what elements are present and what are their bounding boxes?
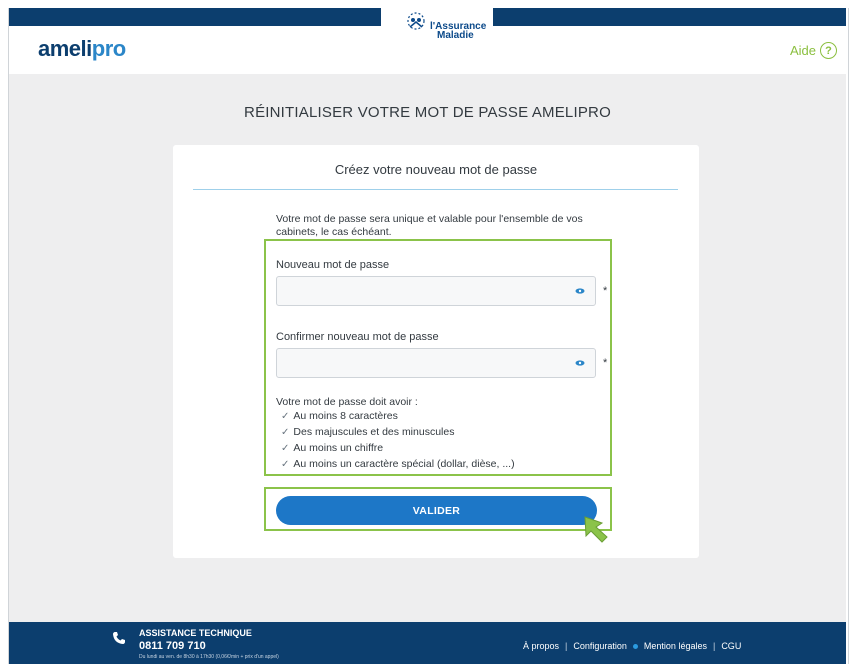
assurance-maladie-logo: l'Assurance Maladie bbox=[400, 10, 486, 42]
card-title: Créez votre nouveau mot de passe bbox=[334, 162, 538, 177]
footer-link-mentions[interactable]: Mention légales bbox=[644, 641, 707, 651]
submit-button[interactable]: VALIDER bbox=[276, 496, 597, 525]
password-rule: ✓ Des majuscules et des minuscules bbox=[281, 426, 454, 438]
show-confirm-password-eye-icon[interactable] bbox=[575, 360, 585, 366]
page-title: RÉINITIALISER VOTRE MOT DE PASSE AMELIPR… bbox=[244, 104, 611, 121]
footer-separator: | bbox=[565, 641, 568, 651]
footer-links: À propos | Configuration Mention légales… bbox=[523, 641, 741, 651]
footer-link-cgu[interactable]: CGU bbox=[721, 641, 741, 651]
check-icon: ✓ bbox=[281, 458, 290, 470]
password-rules-title: Votre mot de passe doit avoir : bbox=[276, 396, 418, 408]
help-icon: ? bbox=[820, 42, 838, 59]
rule-label: Des majuscules et des minuscules bbox=[293, 426, 455, 438]
help-label: Aide bbox=[790, 43, 817, 58]
assurance-maladie-icon bbox=[407, 12, 425, 30]
confirm-password-field[interactable] bbox=[276, 348, 596, 378]
check-icon: ✓ bbox=[281, 442, 290, 454]
intro-text: Votre mot de passe sera unique et valabl… bbox=[276, 213, 583, 238]
password-rule: ✓ Au moins 8 caractères bbox=[281, 410, 398, 422]
assistance-phone[interactable]: 0811 709 710 bbox=[139, 640, 206, 652]
partner-logo-line2: Maladie bbox=[437, 30, 474, 41]
check-icon: ✓ bbox=[281, 410, 290, 422]
rule-label: Au moins un caractère spécial (dollar, d… bbox=[293, 458, 515, 470]
required-marker: * bbox=[603, 285, 608, 297]
brand-part1: ameli bbox=[38, 36, 92, 61]
confirm-password-label: Confirmer nouveau mot de passe bbox=[276, 331, 439, 343]
password-rule: ✓ Au moins un caractère spécial (dollar, … bbox=[281, 458, 515, 470]
assistance-hours: Du lundi au ven. de 8h30 à 17h30 (0,06€/… bbox=[139, 654, 279, 660]
help-link[interactable]: Aide ? bbox=[790, 42, 838, 59]
password-rule: ✓ Au moins un chiffre bbox=[281, 442, 383, 454]
show-password-eye-icon[interactable] bbox=[575, 288, 585, 294]
new-password-label: Nouveau mot de passe bbox=[276, 259, 390, 271]
phone-icon bbox=[113, 632, 125, 644]
brand-part2: pro bbox=[91, 36, 126, 61]
new-password-field[interactable] bbox=[276, 276, 596, 306]
footer-dot-icon bbox=[632, 643, 638, 649]
assistance-title: ASSISTANCE TECHNIQUE bbox=[139, 628, 252, 638]
footer-link-apropos[interactable]: À propos bbox=[523, 641, 559, 651]
pointer-cursor-icon bbox=[584, 516, 608, 543]
footer-link-configuration[interactable]: Configuration bbox=[573, 641, 627, 651]
footer-separator: | bbox=[712, 641, 716, 651]
rule-label: Au moins 8 caractères bbox=[293, 410, 398, 422]
rule-label: Au moins un chiffre bbox=[293, 442, 384, 454]
required-marker: * bbox=[603, 357, 608, 369]
card-divider bbox=[193, 189, 678, 190]
amelipro-logo[interactable]: amelipro bbox=[38, 36, 126, 62]
check-icon: ✓ bbox=[281, 426, 290, 438]
